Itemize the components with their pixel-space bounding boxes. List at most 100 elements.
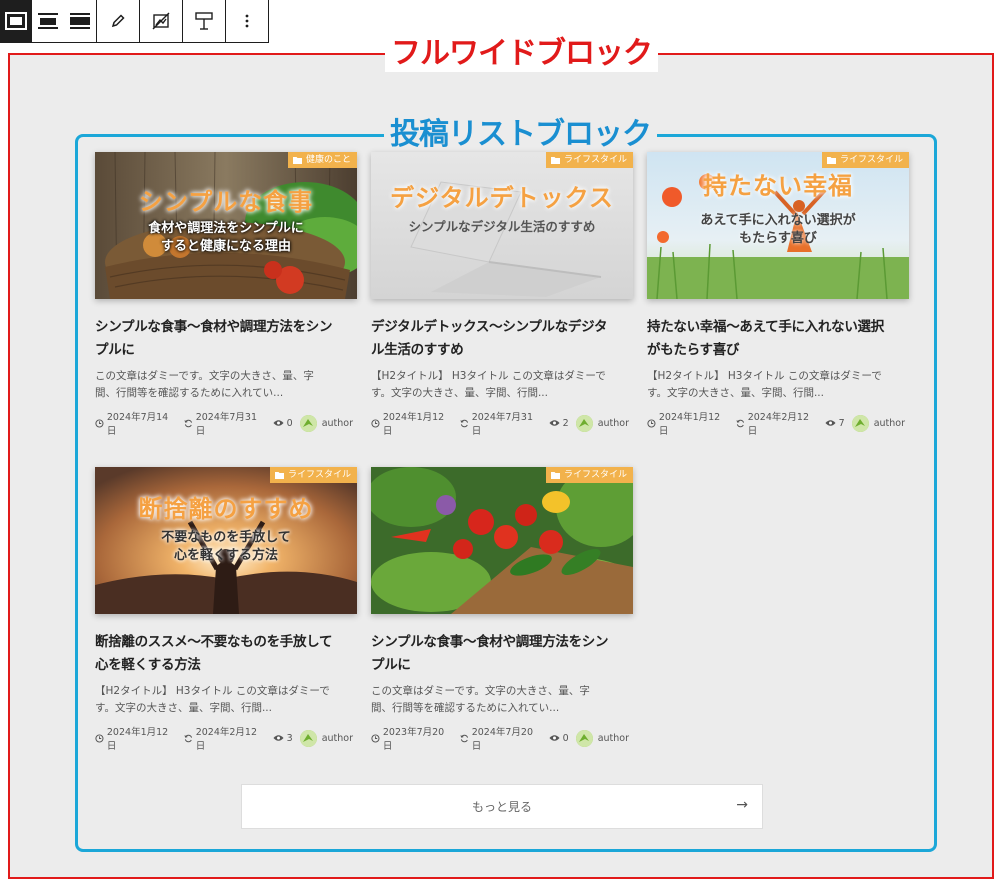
post-card[interactable]: 断捨離のすすめ 不要なものを手放して 心を軽くする方法 ライフスタイル 断捨離の… (95, 467, 357, 752)
post-excerpt: この文章はダミーです。文字の大きさ、量、字 間、行間等を確認するために入れてい.… (371, 683, 633, 717)
post-card[interactable]: ライフスタイル シンプルな食事～食材や調理方法をシン プルに この文章はダミーで… (371, 467, 633, 752)
post-title-line: シンプルな食事～食材や調理方法をシン (371, 634, 609, 650)
full-width-block-label: フルワイドブロック (385, 36, 658, 72)
post-title[interactable]: 持たない幸福～あえて手に入れない選択 がもたらす喜び (647, 316, 909, 362)
thumbnail-title: デジタルデトックス (390, 184, 614, 212)
eye-icon (549, 420, 560, 426)
post-card[interactable]: デジタルデトックス シンプルなデジタル生活のすすめ ライフスタイル デジタルデト… (371, 152, 633, 437)
category-label: ライフスタイル (839, 155, 903, 165)
thumbnail-subtitle-line: すると健康になる理由 (160, 239, 291, 254)
category-badge[interactable]: ライフスタイル (545, 152, 633, 168)
category-label: ライフスタイル (563, 470, 627, 480)
height-group (183, 0, 226, 42)
align-full-icon[interactable] (64, 0, 96, 42)
excerpt-line: 【H2タイトル】 H3タイトル この文章はダミーで (95, 685, 330, 697)
post-meta: 2024年7月14日 2024年7月31日 0 author (95, 412, 357, 437)
post-thumbnail[interactable]: ライフスタイル (371, 467, 633, 614)
thumbnail-subtitle: あえて手に入れない選択が もたらす喜び (647, 212, 909, 248)
arrow-right-icon: → (736, 797, 748, 813)
published-date-text: 2024年1月12日 (658, 412, 721, 437)
excerpt-line: 間、行間等を確認するために入れてい... (95, 387, 284, 399)
published-date: 2023年7月20日 (371, 724, 453, 752)
post-thumbnail[interactable]: 持たない幸福 あえて手に入れない選択が もたらす喜び ライフスタイル (647, 152, 909, 299)
refresh-icon (460, 419, 468, 427)
load-more-label: もっと見る (471, 800, 532, 814)
post-title-line: 心を軽くする方法 (95, 657, 201, 673)
load-more-button[interactable]: もっと見る → (241, 784, 763, 829)
post-excerpt: この文章はダミーです。文字の大きさ、量、字 間、行間等を確認するために入れてい.… (95, 368, 357, 402)
updated-date-text: 2024年2月12日 (747, 412, 810, 437)
post-title[interactable]: シンプルな食事～食材や調理方法をシン プルに (371, 631, 633, 677)
author[interactable]: author (851, 414, 905, 432)
post-card[interactable]: シンプルな食事 食材や調理法をシンプルに すると健康になる理由 健康のこと シン… (95, 152, 357, 437)
post-thumbnail[interactable]: シンプルな食事 食材や調理法をシンプルに すると健康になる理由 健康のこと (95, 152, 357, 299)
published-date-text: 2024年1月12日 (382, 412, 445, 437)
excerpt-line: この文章はダミーです。文字の大きさ、量、字 (95, 370, 314, 382)
category-badge[interactable]: ライフスタイル (545, 467, 633, 483)
post-thumbnail[interactable]: 断捨離のすすめ 不要なものを手放して 心を軽くする方法 ライフスタイル (95, 467, 357, 614)
refresh-icon (184, 419, 192, 427)
post-title[interactable]: シンプルな食事～食材や調理方法をシン プルに (95, 316, 357, 362)
post-title-line: シンプルな食事～食材や調理方法をシン (95, 319, 333, 335)
published-date: 2024年7月14日 (95, 409, 177, 437)
post-thumbnail[interactable]: デジタルデトックス シンプルなデジタル生活のすすめ ライフスタイル (371, 152, 633, 299)
clock-icon (95, 418, 104, 428)
no-image-icon[interactable] (140, 0, 182, 42)
align-wide-icon[interactable] (32, 0, 64, 42)
category-badge[interactable]: 健康のこと (287, 152, 357, 168)
author[interactable]: author (299, 414, 353, 432)
author-name: author (321, 732, 353, 744)
updated-date-text: 2024年7月31日 (195, 412, 258, 437)
category-badge[interactable]: ライフスタイル (821, 152, 909, 168)
updated-date: 2024年7月31日 (460, 409, 542, 437)
post-title[interactable]: デジタルデトックス～シンプルなデジタ ル生活のすすめ (371, 316, 633, 362)
post-title[interactable]: 断捨離のススメ～不要なものを手放して 心を軽くする方法 (95, 631, 357, 677)
edit-group (97, 0, 140, 42)
published-date-text: 2024年7月14日 (106, 412, 169, 437)
post-card[interactable]: 持たない幸福 あえて手に入れない選択が もたらす喜び ライフスタイル 持たない幸… (647, 152, 909, 437)
view-count: 2 (549, 418, 569, 429)
height-icon[interactable] (183, 0, 225, 42)
category-label: ライフスタイル (287, 470, 351, 480)
view-count: 0 (273, 418, 293, 429)
post-meta: 2024年1月12日 2024年2月12日 3 author (95, 727, 357, 752)
refresh-icon (460, 734, 468, 742)
thumbnail-subtitle: 食材や調理法をシンプルに すると健康になる理由 (95, 220, 357, 256)
post-title-line: 持たない幸福～あえて手に入れない選択 (647, 319, 884, 335)
post-meta: 2023年7月20日 2024年7月20日 0 author (371, 727, 633, 752)
excerpt-line: 間、行間等を確認するために入れてい... (371, 702, 560, 714)
thumbnail-subtitle-line: あえて手に入れない選択が (700, 213, 856, 228)
thumbnail-subtitle-line: 不要なものを手放して (161, 530, 291, 545)
view-count-text: 0 (286, 417, 293, 429)
post-excerpt: 【H2タイトル】 H3タイトル この文章はダミーで す。文字の大きさ、量、字間、… (371, 368, 633, 402)
published-date: 2024年1月12日 (647, 409, 729, 437)
refresh-icon (736, 419, 744, 427)
clock-icon (371, 733, 380, 743)
thumbnail-title: 断捨離のすすめ (138, 495, 314, 523)
author[interactable]: author (299, 729, 353, 747)
align-none-icon[interactable] (0, 0, 32, 42)
author[interactable]: author (575, 414, 629, 432)
avatar (299, 414, 317, 432)
excerpt-line: す。文字の大きさ、量、字間、行間... (647, 387, 824, 399)
more-options-icon[interactable] (226, 0, 268, 42)
updated-date-text: 2024年7月31日 (471, 412, 534, 437)
eye-icon (549, 735, 560, 741)
clock-icon (647, 418, 656, 428)
folder-icon (550, 157, 560, 164)
post-title-line: デジタルデトックス～シンプルなデジタ (371, 319, 608, 335)
excerpt-line: す。文字の大きさ、量、字間、行間... (371, 387, 548, 399)
thumbnail-subtitle-line: シンプルなデジタル生活のすすめ (408, 219, 596, 234)
published-date: 2024年1月12日 (95, 724, 177, 752)
category-badge[interactable]: ライフスタイル (269, 467, 357, 483)
thumbnail-subtitle-line: 食材や調理法をシンプルに (148, 221, 304, 236)
author-name: author (597, 417, 629, 429)
thumbnail-title: シンプルな食事 (138, 188, 314, 216)
updated-date: 2024年7月31日 (184, 409, 266, 437)
published-date-text: 2023年7月20日 (382, 727, 445, 752)
post-excerpt: 【H2タイトル】 H3タイトル この文章はダミーで す。文字の大きさ、量、字間、… (647, 368, 909, 402)
pencil-icon[interactable] (97, 0, 139, 42)
author-name: author (321, 417, 353, 429)
author[interactable]: author (575, 729, 629, 747)
excerpt-line: 【H2タイトル】 H3タイトル この文章はダミーで (371, 370, 606, 382)
